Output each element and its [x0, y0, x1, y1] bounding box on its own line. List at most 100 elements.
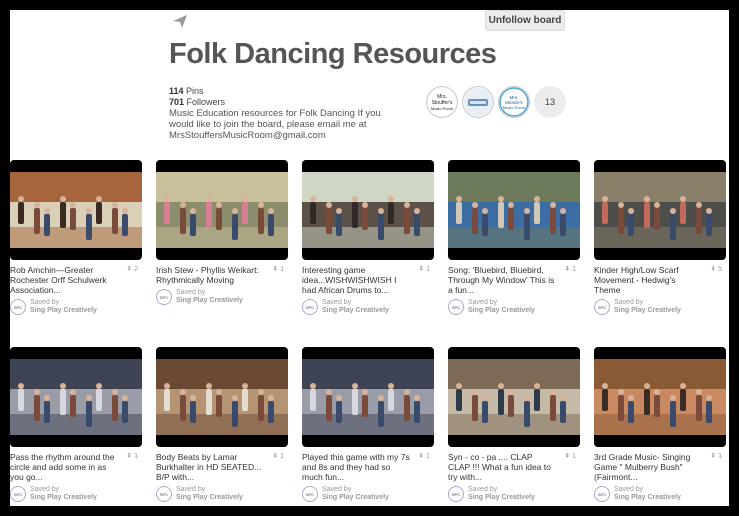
saved-by[interactable]: SPC Saved by Sing Play Creatively: [594, 486, 726, 502]
saved-by-text: Saved by Sing Play Creatively: [176, 289, 243, 305]
followers-label: Followers: [186, 97, 226, 107]
saver-name: Sing Play Creatively: [176, 494, 243, 501]
followers-stat[interactable]: 701 Followers: [169, 97, 225, 108]
send-icon[interactable]: [172, 13, 188, 29]
pin-description: Syn - co - pa .... CLAP CLAP !!! What a …: [448, 452, 551, 482]
pin-card[interactable]: ⇞ 5 Kinder High/Low Scarf Movement - Hed…: [594, 160, 726, 315]
pin-card[interactable]: ⇞ 1 Irish Stew - Phyllis Weikart: Rhythm…: [156, 160, 288, 305]
repin-count: ⇞ 1: [564, 266, 576, 273]
pins-count: 114: [169, 86, 184, 96]
pin-card[interactable]: ⇞ 1 Pass the rhythm around the circle an…: [10, 347, 142, 502]
saver-avatar: SPC: [10, 299, 26, 315]
pin-description: Kinder High/Low Scarf Movement - Hedwig'…: [594, 265, 679, 295]
pin-card[interactable]: ⇞ 1 Syn - co - pa .... CLAP CLAP !!! Wha…: [448, 347, 580, 502]
repin-count: ⇞ 1: [272, 453, 284, 460]
unfollow-board-button[interactable]: Unfollow board: [485, 10, 565, 31]
collaborator-count[interactable]: 13: [534, 86, 566, 118]
saver-name: Sing Play Creatively: [614, 307, 681, 314]
pin-description: Pass the rhythm around the circle and ad…: [10, 452, 115, 482]
saved-by-label: Saved by: [614, 486, 644, 493]
saver-avatar: SPC: [302, 299, 318, 315]
pins-stat[interactable]: 114 Pins: [169, 86, 225, 97]
saved-by[interactable]: SPC Saved by Sing Play Creatively: [448, 486, 580, 502]
video-thumbnail-image: [448, 359, 580, 435]
pin-thumbnail[interactable]: [594, 160, 726, 260]
saved-by[interactable]: SPC Saved by Sing Play Creatively: [10, 299, 142, 315]
pin-thumbnail[interactable]: [448, 160, 580, 260]
saver-name: Sing Play Creatively: [322, 494, 389, 501]
pin-description: 3rd Grade Music- Singing Game " Mulberry…: [594, 452, 691, 482]
video-thumbnail-image: [10, 359, 142, 435]
saved-by-label: Saved by: [468, 299, 498, 306]
pin-thumbnail[interactable]: [156, 160, 288, 260]
saved-by[interactable]: SPC Saved by Sing Play Creatively: [156, 289, 288, 305]
music-room-logo-icon: Mrs. Stouffer's Music Room: [428, 88, 456, 116]
saver-name: Sing Play Creatively: [614, 494, 681, 501]
pin-description: Played this game with my 7s and 8s and t…: [302, 452, 410, 482]
repin-count: ⇞ 1: [564, 453, 576, 460]
pin-description: Irish Stew - Phyllis Weikart: Rhythmical…: [156, 265, 259, 285]
repin-count: ⇞ 1: [272, 266, 284, 273]
repin-count: ⇞ 1: [418, 453, 430, 460]
pin-thumbnail[interactable]: [594, 347, 726, 447]
svg-text:Music Room: Music Room: [431, 106, 454, 111]
pin-description: Rob Amchin—Greater Rochester Orff Schulw…: [10, 265, 107, 295]
collaborator-avatar[interactable]: [462, 86, 494, 118]
saver-avatar: SPC: [594, 299, 610, 315]
saved-by-label: Saved by: [322, 486, 352, 493]
pin-card[interactable]: ⇞ 1 Played this game with my 7s and 8s a…: [302, 347, 434, 502]
saver-avatar: SPC: [302, 486, 318, 502]
pin-card[interactable]: ⇞ 1 Song: 'Bluebird, Bluebird, Through M…: [448, 160, 580, 315]
video-thumbnail-image: [448, 172, 580, 248]
saved-by[interactable]: SPC Saved by Sing Play Creatively: [10, 486, 142, 502]
repin-count: ⇞ 1: [126, 453, 138, 460]
board-stats: 114 Pins 701 Followers: [169, 86, 225, 108]
saved-by-label: Saved by: [614, 299, 644, 306]
saver-avatar: SPC: [448, 486, 464, 502]
collaborators: Mrs. Stouffer's Music Room Mrs. Miracle'…: [426, 86, 566, 118]
saved-by[interactable]: SPC Saved by Sing Play Creatively: [156, 486, 288, 502]
saver-name: Sing Play Creatively: [468, 494, 535, 501]
pin-thumbnail[interactable]: [448, 347, 580, 447]
saved-by-label: Saved by: [30, 486, 60, 493]
pin-card[interactable]: ⇞ 1 Interesting game idea...WISHWISHWISH…: [302, 160, 434, 315]
saved-by-text: Saved by Sing Play Creatively: [614, 486, 681, 502]
repin-count: ⇞ 2: [126, 266, 138, 273]
pin-card[interactable]: ⇞ 1 3rd Grade Music- Singing Game " Mulb…: [594, 347, 726, 502]
svg-text:Music Room: Music Room: [503, 105, 526, 110]
board-title: Folk Dancing Resources: [169, 38, 497, 70]
collaborator-avatar[interactable]: Mrs. Stouffer's Music Room: [426, 86, 458, 118]
saved-by-text: Saved by Sing Play Creatively: [468, 486, 535, 502]
pin-thumbnail[interactable]: [156, 347, 288, 447]
saver-name: Sing Play Creatively: [322, 307, 389, 314]
collaborator-avatar[interactable]: Mrs. Miracle's Music Room: [498, 86, 530, 118]
board-description: Music Education resources for Folk Danci…: [169, 108, 381, 141]
saved-by-label: Saved by: [468, 486, 498, 493]
pin-thumbnail[interactable]: [10, 347, 142, 447]
pin-card[interactable]: ⇞ 1 Body Beats by Lamar Burkhalter in HD…: [156, 347, 288, 502]
saved-by[interactable]: SPC Saved by Sing Play Creatively: [448, 299, 580, 315]
pin-thumbnail[interactable]: [10, 160, 142, 260]
saved-by-text: Saved by Sing Play Creatively: [30, 486, 97, 502]
saved-by-text: Saved by Sing Play Creatively: [468, 299, 535, 315]
video-thumbnail-image: [156, 359, 288, 435]
saver-avatar: SPC: [448, 299, 464, 315]
video-thumbnail-image: [156, 172, 288, 248]
saver-avatar: SPC: [156, 486, 172, 502]
saved-by-label: Saved by: [30, 299, 60, 306]
video-thumbnail-image: [594, 172, 726, 248]
repin-count: ⇞ 5: [710, 266, 722, 273]
pin-thumbnail[interactable]: [302, 160, 434, 260]
saver-avatar: SPC: [594, 486, 610, 502]
saver-name: Sing Play Creatively: [30, 494, 97, 501]
saver-avatar: SPC: [10, 486, 26, 502]
saver-name: Sing Play Creatively: [176, 297, 243, 304]
saved-by[interactable]: SPC Saved by Sing Play Creatively: [302, 486, 434, 502]
board-page: Unfollow board Folk Dancing Resources 11…: [10, 10, 729, 506]
saved-by[interactable]: SPC Saved by Sing Play Creatively: [302, 299, 434, 315]
saver-avatar: SPC: [156, 289, 172, 305]
pin-thumbnail[interactable]: [302, 347, 434, 447]
saved-by-text: Saved by Sing Play Creatively: [30, 299, 97, 315]
saved-by[interactable]: SPC Saved by Sing Play Creatively: [594, 299, 726, 315]
pin-card[interactable]: ⇞ 2 Rob Amchin—Greater Rochester Orff Sc…: [10, 160, 142, 315]
